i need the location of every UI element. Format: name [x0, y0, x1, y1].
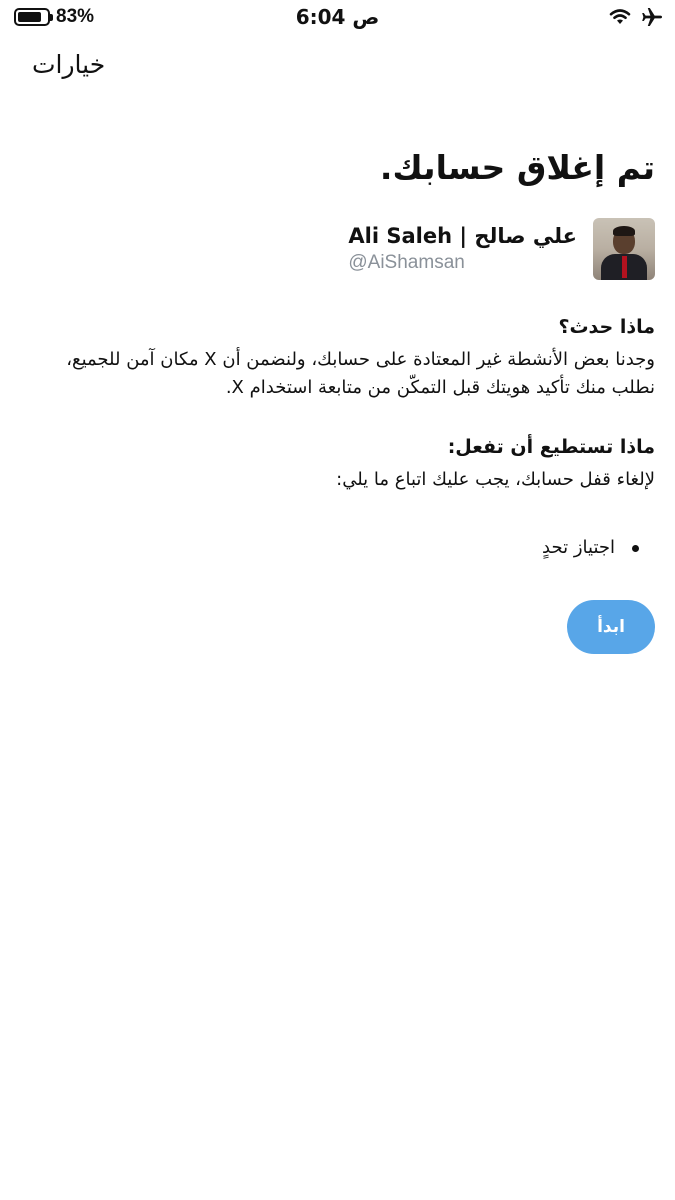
steps-list: اجتياز تحدٍ: [20, 534, 655, 562]
display-name: علي صالح | Ali Saleh: [348, 224, 577, 248]
what-to-do-text: لإلغاء قفل حسابك، يجب عليك اتباع ما يلي:: [336, 469, 655, 490]
wifi-icon: [609, 8, 631, 26]
what-to-do-heading: ماذا تستطيع أن تفعل:: [447, 436, 655, 458]
clock: 6:04 ص: [295, 5, 380, 29]
what-happened-heading: ماذا حدث؟: [558, 316, 655, 338]
start-button[interactable]: ابدأ: [567, 600, 655, 654]
screen: 83% 6:04 ص خيارات تم إغلاق حسابك. علي صا…: [0, 0, 675, 1200]
main-content: تم إغلاق حسابك. علي صالح | Ali Saleh @Ai…: [20, 140, 655, 654]
status-bar: 83% 6:04 ص: [0, 0, 675, 36]
avatar-tie: [622, 256, 627, 278]
avatar-hair: [613, 226, 635, 236]
account-profile: علي صالح | Ali Saleh @AiShamsan: [20, 218, 655, 280]
step-item: اجتياز تحدٍ: [20, 534, 639, 562]
status-icons: [609, 7, 663, 27]
what-happened-text: وجدنا بعض الأنشطة غير المعتادة على حسابك…: [66, 349, 655, 398]
profile-text: علي صالح | Ali Saleh @AiShamsan: [348, 224, 577, 274]
options-title[interactable]: خيارات: [32, 50, 105, 79]
avatar: [593, 218, 655, 280]
airplane-icon: [641, 7, 663, 27]
user-handle: @AiShamsan: [348, 252, 465, 273]
page-title: تم إغلاق حسابك.: [379, 148, 655, 187]
